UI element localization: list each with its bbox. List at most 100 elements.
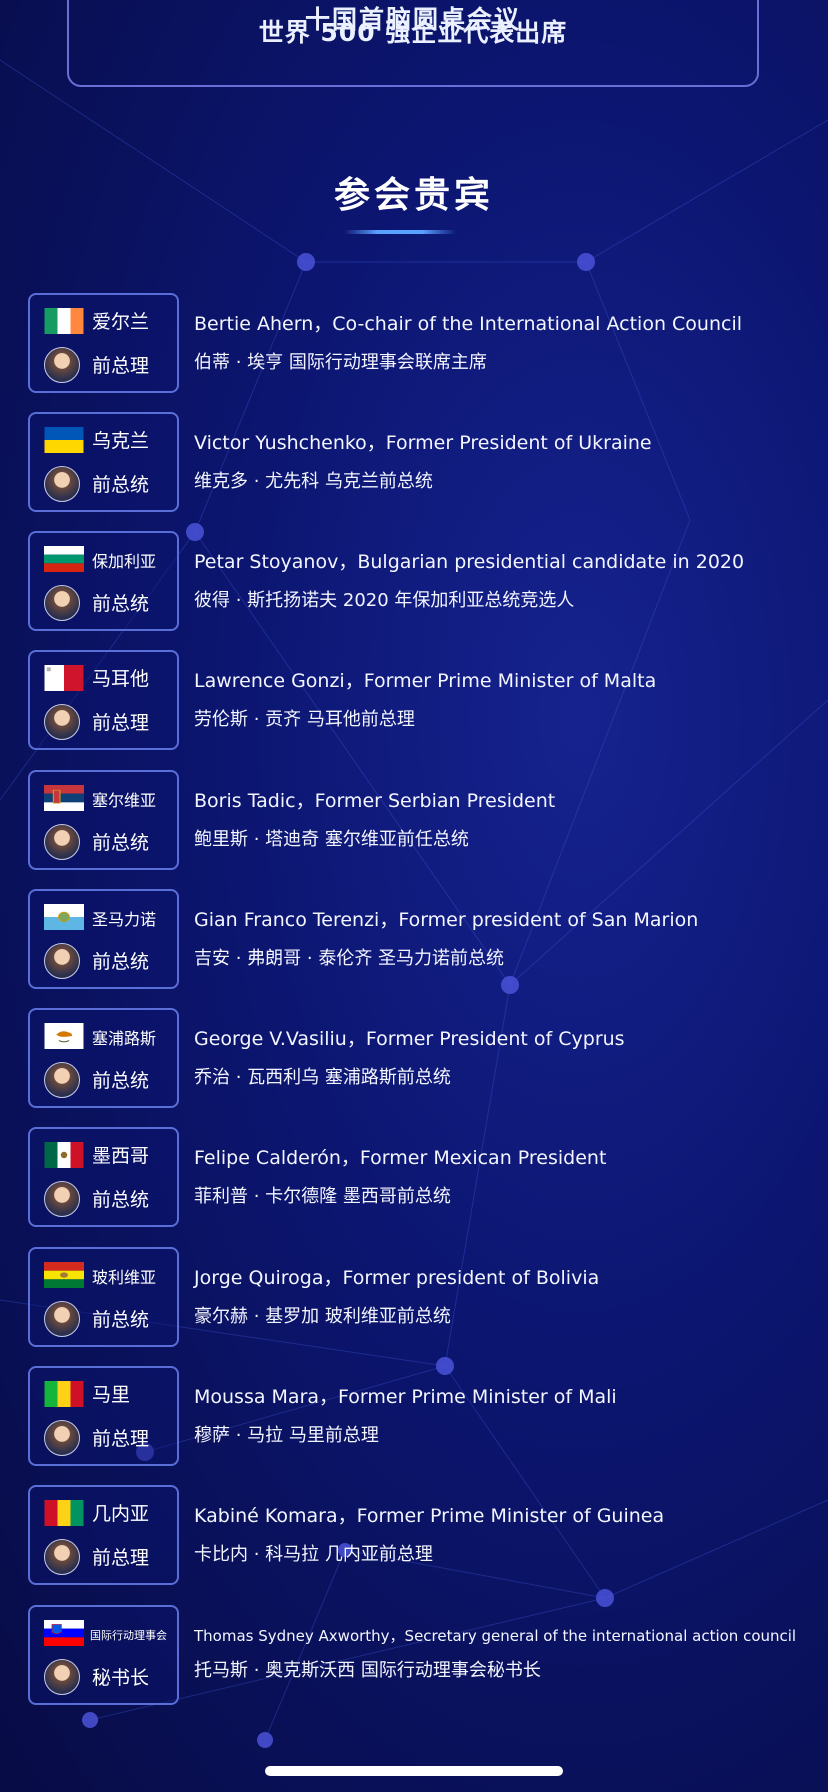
guest-position: 秘书长 [92, 1667, 150, 1689]
guest-card: 墨西哥 前总统 [28, 1127, 179, 1227]
guest-position: 前总理 [92, 1547, 150, 1569]
guest-country: 圣马力诺 [92, 910, 157, 929]
guest-name-zh: 菲利普 · 卡尔德隆 墨西哥前总统 [194, 1186, 451, 1207]
guest-name-zh: 卡比内 · 科马拉 几内亚前总理 [194, 1544, 433, 1565]
guest-name-zh: 彼得 · 斯托扬诺夫 2020 年保加利亚总统竞选人 [194, 590, 575, 611]
guest-name-zh: 维克多 · 尤先科 乌克兰前总统 [194, 471, 433, 492]
guest-card: 爱尔兰 前总理 [28, 293, 179, 393]
guest-position: 前总理 [92, 355, 150, 377]
guest-card: 圣马力诺 前总统 [28, 889, 179, 989]
guest-card: 马里 前总理 [28, 1366, 179, 1466]
guest-row: 乌克兰 前总统 Victor Yushchenko，Former Preside… [28, 412, 818, 514]
guest-avatar [44, 585, 80, 621]
bolivia-flag-icon [44, 1262, 84, 1288]
cyprus-flag-icon [44, 1023, 84, 1049]
guest-position: 前总统 [92, 593, 150, 615]
guest-country: 乌克兰 [92, 430, 150, 452]
guest-country: 马里 [92, 1384, 131, 1406]
header-box: 十国首脑圆桌会议 世界 500 强企业代表出席 [67, 0, 759, 87]
guest-name-en: Kabiné Komara，Former Prime Minister of G… [194, 1505, 665, 1527]
guest-name-en: Felipe Calderón，Former Mexican President [194, 1147, 607, 1169]
guest-card: 几内亚 前总理 [28, 1485, 179, 1585]
guest-position: 前总统 [92, 1189, 150, 1211]
guest-country: 国际行动理事会 [90, 1629, 167, 1642]
guest-name-zh: 穆萨 · 马拉 马里前总理 [194, 1425, 379, 1446]
guest-row: 马耳他 前总理 Lawrence Gonzi，Former Prime Mini… [28, 650, 818, 752]
guest-name-zh: 托马斯 · 奥克斯沃西 国际行动理事会秘书长 [194, 1660, 541, 1681]
guest-row: 圣马力诺 前总统 Gian Franco Terenzi，Former pres… [28, 889, 818, 991]
guest-name-en: Moussa Mara，Former Prime Minister of Mal… [194, 1386, 617, 1408]
header-subtitle: 世界 500 强企业代表出席 [258, 18, 568, 47]
guest-card: 马耳他 前总理 [28, 650, 179, 750]
guest-card: 塞浦路斯 前总统 [28, 1008, 179, 1108]
guest-avatar [44, 704, 80, 740]
guest-country: 爱尔兰 [92, 311, 150, 333]
serbia-flag-icon [44, 785, 84, 811]
guinea-flag-icon [44, 1500, 84, 1526]
guest-card: 玻利维亚 前总统 [28, 1247, 179, 1347]
guest-country: 玻利维亚 [92, 1268, 157, 1287]
guest-country: 塞浦路斯 [92, 1029, 157, 1048]
guest-row: 塞浦路斯 前总统 George V.Vasiliu，Former Preside… [28, 1008, 818, 1110]
guest-card: 国际行动理事会 秘书长 [28, 1605, 179, 1705]
guest-name-zh: 鲍里斯 · 塔迪奇 塞尔维亚前任总统 [194, 829, 469, 850]
title-underline [344, 230, 456, 234]
guest-avatar [44, 1420, 80, 1456]
guest-name-zh: 劳伦斯 · 贡齐 马耳他前总理 [194, 709, 415, 730]
guest-avatar [44, 1539, 80, 1575]
guest-row: 几内亚 前总理 Kabiné Komara，Former Prime Minis… [28, 1485, 818, 1587]
guest-card: 乌克兰 前总统 [28, 412, 179, 512]
home-indicator[interactable] [265, 1766, 563, 1776]
guest-name-en: Gian Franco Terenzi，Former president of … [194, 909, 699, 931]
guest-row: 保加利亚 前总统 Petar Stoyanov，Bulgarian presid… [28, 531, 818, 633]
guest-row: 墨西哥 前总统 Felipe Calderón，Former Mexican P… [28, 1127, 818, 1229]
guest-name-en: George V.Vasiliu，Former President of Cyp… [194, 1028, 625, 1050]
guest-country: 马耳他 [92, 668, 150, 690]
guest-name-en: Thomas Sydney Axworthy，Secretary general… [194, 1627, 797, 1645]
guest-avatar [44, 1659, 80, 1695]
guest-name-zh: 豪尔赫 · 基罗加 玻利维亚前总统 [194, 1306, 451, 1327]
guest-name-en: Petar Stoyanov，Bulgarian presidential ca… [194, 551, 745, 573]
guest-position: 前总统 [92, 951, 150, 973]
guest-name-zh: 吉安 · 弗朗哥 · 泰伦齐 圣马力诺前总统 [194, 948, 505, 969]
guest-card: 塞尔维亚 前总统 [28, 770, 179, 870]
san-marino-flag-icon [44, 904, 84, 930]
guest-avatar [44, 466, 80, 502]
guest-country: 塞尔维亚 [92, 791, 157, 810]
guest-row: 爱尔兰 前总理 Bertie Ahern，Co-chair of the Int… [28, 293, 818, 395]
guest-name-en: Victor Yushchenko，Former President of Uk… [194, 432, 652, 454]
guest-country: 几内亚 [92, 1503, 150, 1525]
malta-flag-icon [44, 665, 84, 691]
guest-position: 前总统 [92, 1309, 150, 1331]
guest-avatar [44, 1181, 80, 1217]
guest-country: 保加利亚 [92, 552, 157, 571]
guest-position: 前总统 [92, 474, 150, 496]
guest-position: 前总统 [92, 1070, 150, 1092]
guest-avatar [44, 1301, 80, 1337]
guest-position: 前总理 [92, 712, 150, 734]
guest-row: 国际行动理事会 秘书长 Thomas Sydney Axworthy，Secre… [28, 1605, 818, 1707]
mali-flag-icon [44, 1381, 84, 1407]
guest-avatar [44, 1062, 80, 1098]
guest-name-en: Jorge Quiroga，Former president of Bolivi… [194, 1267, 600, 1289]
guest-card: 保加利亚 前总统 [28, 531, 179, 631]
section-title: 参会贵宾 [333, 175, 494, 216]
ireland-flag-icon [44, 308, 84, 334]
guest-row: 玻利维亚 前总统 Jorge Quiroga，Former president … [28, 1247, 818, 1349]
guest-row: 塞尔维亚 前总统 Boris Tadic，Former Serbian Pres… [28, 770, 818, 872]
guest-name-en: Bertie Ahern，Co-chair of the Internation… [194, 313, 743, 335]
guest-row: 马里 前总理 Moussa Mara，Former Prime Minister… [28, 1366, 818, 1468]
ukraine-flag-icon [44, 427, 84, 453]
guest-name-zh: 伯蒂 · 埃亨 国际行动理事会联席主席 [194, 352, 487, 373]
guest-name-zh: 乔治 · 瓦西利乌 塞浦路斯前总统 [194, 1067, 451, 1088]
guest-position: 前总理 [92, 1428, 150, 1450]
guest-name-en: Boris Tadic，Former Serbian President [194, 790, 556, 812]
guest-country: 墨西哥 [92, 1145, 150, 1167]
guest-avatar [44, 943, 80, 979]
mexico-flag-icon [44, 1142, 84, 1168]
guest-avatar [44, 824, 80, 860]
bulgaria-flag-icon [44, 546, 84, 572]
slovenia-flag-icon [44, 1620, 84, 1646]
guest-position: 前总统 [92, 832, 150, 854]
guest-avatar [44, 347, 80, 383]
